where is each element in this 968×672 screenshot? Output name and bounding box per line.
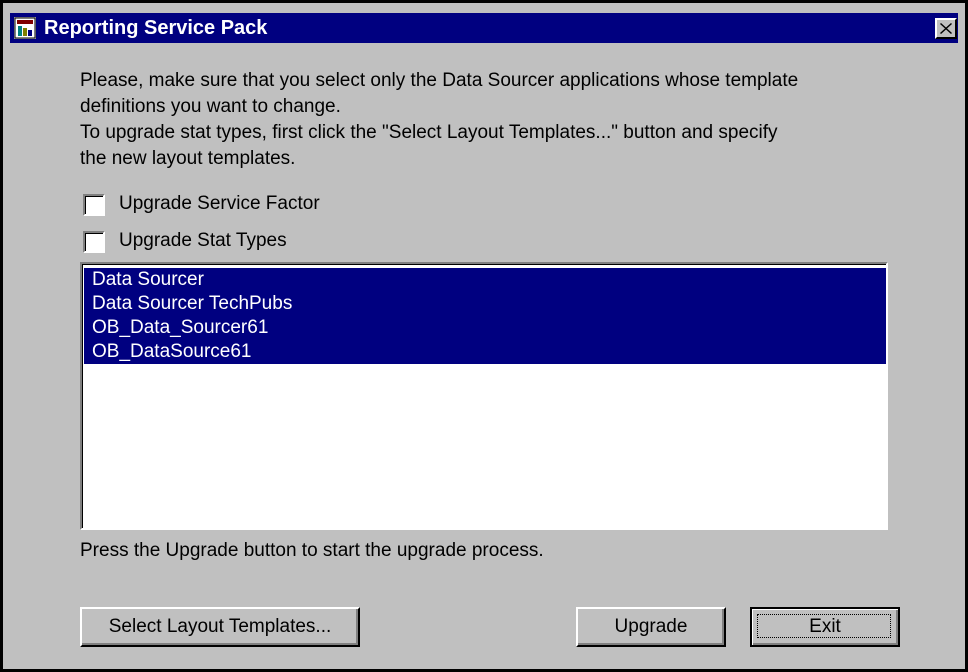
- window-title: Reporting Service Pack: [44, 17, 268, 39]
- reporting-app-icon: [14, 17, 36, 39]
- upgrade-hint: Press the Upgrade button to start the up…: [80, 540, 544, 561]
- close-icon: [940, 23, 952, 34]
- reporting-service-pack-dialog: Reporting Service Pack Please, make sure…: [0, 0, 968, 672]
- applications-listbox[interactable]: Data Sourcer Data Sourcer TechPubs OB_Da…: [80, 262, 888, 530]
- list-item[interactable]: OB_Data_Sourcer61: [84, 316, 886, 340]
- upgrade-stat-types-checkbox[interactable]: [83, 231, 105, 253]
- instruction-line-4: the new layout templates.: [80, 148, 296, 169]
- select-layout-templates-button[interactable]: Select Layout Templates...: [80, 607, 360, 647]
- title-bar[interactable]: Reporting Service Pack: [10, 13, 958, 43]
- close-button[interactable]: [935, 18, 957, 39]
- upgrade-service-factor-label[interactable]: Upgrade Service Factor: [119, 192, 320, 216]
- exit-button-label: Exit: [809, 616, 841, 637]
- list-item[interactable]: Data Sourcer: [84, 268, 886, 292]
- instruction-line-3: To upgrade stat types, first click the "…: [80, 122, 778, 143]
- instruction-line-1: Please, make sure that you select only t…: [80, 70, 799, 91]
- instruction-line-2: definitions you want to change.: [80, 96, 341, 117]
- upgrade-stat-types-label[interactable]: Upgrade Stat Types: [119, 229, 287, 253]
- list-item[interactable]: Data Sourcer TechPubs: [84, 292, 886, 316]
- upgrade-button[interactable]: Upgrade: [576, 607, 726, 647]
- upgrade-service-factor-checkbox[interactable]: [83, 194, 105, 216]
- list-item[interactable]: OB_DataSource61: [84, 340, 886, 364]
- exit-button[interactable]: Exit: [750, 607, 900, 647]
